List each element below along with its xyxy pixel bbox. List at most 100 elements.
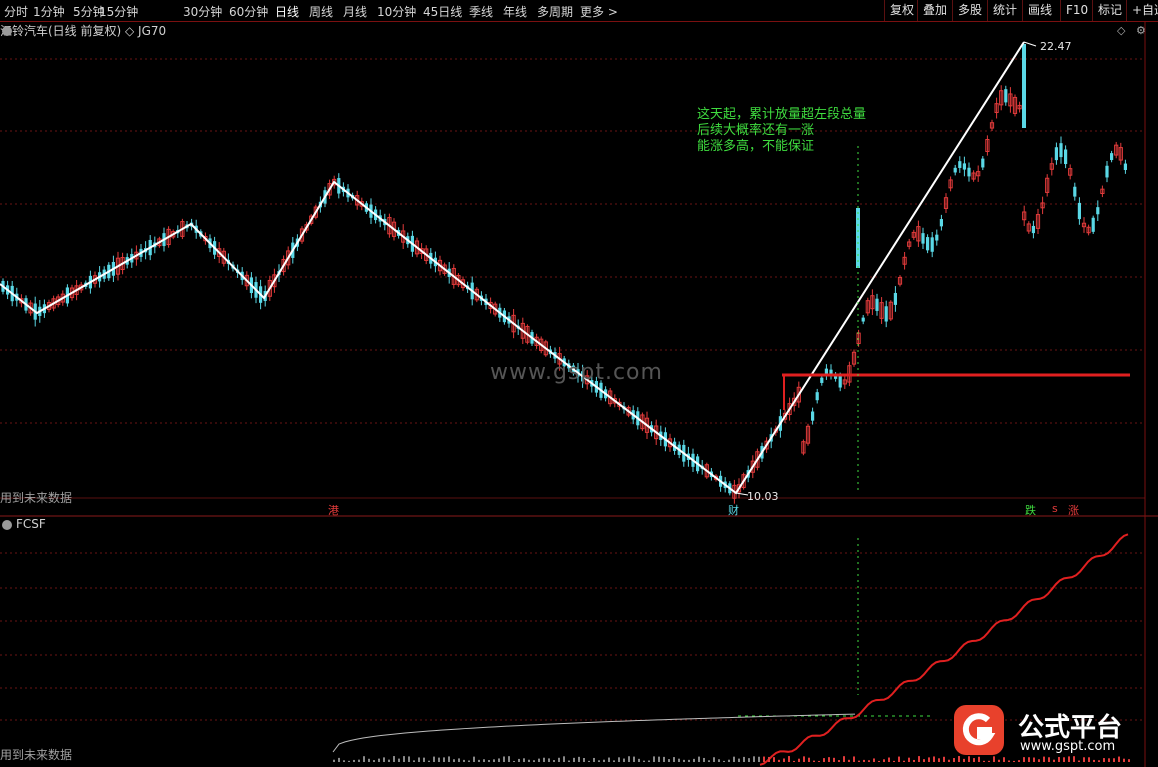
candle-body [953,167,957,173]
volume-bar [363,756,365,762]
volume-bar [343,760,345,762]
volume-bar [338,757,340,762]
volume-bar [498,758,500,762]
marker-zhang[interactable]: 涨 [1068,502,1079,518]
candle-body [1064,149,1068,165]
candle-body [1105,165,1109,178]
marker-s[interactable]: s [1052,502,1058,515]
volume-bar [858,760,860,762]
low-price-label: 10.03 [747,490,779,503]
volume-bar [603,759,605,762]
volume-bar [513,760,515,762]
candle-body [967,167,971,177]
volume-bar [883,759,885,762]
volume-bar [943,756,945,762]
volume-bar [853,756,855,762]
volume-bar [803,756,805,762]
volume-bar [673,757,675,762]
volume-bar [783,758,785,762]
candle-body [1004,89,1008,103]
candle-body [926,237,930,251]
volume-bar [918,756,920,762]
volume-bar [368,758,370,762]
volume-bar [828,757,830,762]
gear-icon[interactable]: ⚙ [1136,24,1146,37]
candle-body [930,237,934,252]
volume-bar [423,757,425,762]
volume-bar [348,760,350,762]
volume-bar [613,760,615,762]
volume-bar [373,760,375,762]
volume-bar [493,759,495,762]
marker-die[interactable]: 跌 [1025,502,1036,518]
volume-bar [583,757,585,762]
volume-bar [383,757,385,762]
volume-bar [813,760,815,762]
volume-bar [553,760,555,762]
volume-bar [693,758,695,762]
candle-body [958,161,962,168]
volume-bar [903,760,905,762]
volume-bar [538,758,540,762]
volume-bar [503,756,505,762]
spike-candle [1022,44,1026,128]
volume-bar [573,757,575,762]
volume-bar [598,760,600,762]
volume-bar [473,756,475,762]
volume-bar [873,758,875,762]
volume-bar [488,760,490,762]
volume-bar [718,759,720,762]
volume-bar [588,760,590,762]
volume-bar [848,759,850,762]
marker-gang[interactable]: 港 [328,502,339,518]
volume-bar [688,759,690,762]
sub-future-data-note: 用到未来数据 [0,748,73,762]
volume-bar [733,756,735,762]
candle-body [1123,163,1127,171]
volume-bar [428,760,430,762]
candle-body [829,369,833,375]
volume-bar [823,758,825,762]
candle-body [1073,186,1077,197]
candle-body [1031,225,1035,234]
volume-bar [888,757,890,762]
volume-bar [528,759,530,762]
volume-bar [748,758,750,762]
volume-bar [738,758,740,762]
volume-bar [713,757,715,762]
volume-bar [418,757,420,762]
candle-body [1077,202,1081,220]
volume-bar [568,760,570,762]
volume-bar [378,758,380,762]
volume-bar [628,756,630,762]
volume-bar [648,760,650,762]
indicator-gear-icon[interactable] [2,520,12,530]
logo-g-icon [954,705,1004,755]
volume-bar [633,756,635,762]
volume-bar [898,756,900,762]
volume-bar [438,757,440,762]
volume-bar [833,757,835,762]
volume-bar [478,759,480,762]
candle-body [884,306,888,322]
candle-body [1091,217,1095,232]
watermark: www.gspt.com [490,360,663,385]
volume-bar [508,756,510,762]
annotation-line-1: 这天起，累计放量超左段总量 [697,107,867,122]
candle-body [962,163,966,170]
annotation-line-2: 后续大概率还有一涨 [697,123,815,138]
zigzag-line [0,41,1025,495]
candle-body [1096,207,1100,215]
candle-body [1054,147,1058,161]
volume-bar [533,760,535,762]
volume-bar [758,756,760,762]
volume-bar [653,756,655,762]
volume-bar [333,759,335,762]
candle-body [981,158,985,168]
annotation-line-3: 能涨多高，不能保证 [697,139,815,154]
candle-body [838,376,842,388]
title-gear-icon[interactable] [2,26,12,36]
marker-cai[interactable]: 财 [728,502,739,518]
volume-bar [928,757,930,762]
diamond-icon[interactable]: ◇ [1117,24,1125,37]
